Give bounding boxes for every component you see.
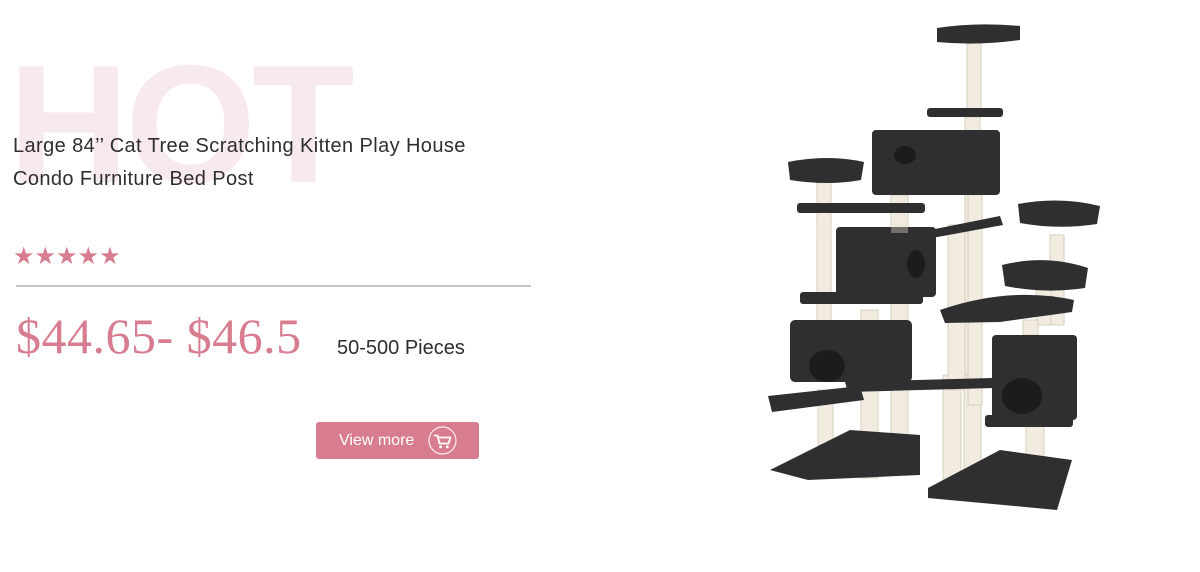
product-title-line-2: Condo Furniture Bed Post <box>13 168 254 190</box>
rating-stars: ★★★★★ <box>13 243 121 270</box>
product-title: Large 84’’ Cat Tree Scratching Kitten Pl… <box>13 130 533 196</box>
view-more-button[interactable]: View more <box>316 422 479 459</box>
shopping-cart-icon <box>428 426 457 455</box>
product-title-line-1: Large 84’’ Cat Tree Scratching Kitten Pl… <box>13 135 466 157</box>
quantity-range: 50-500 Pieces <box>337 337 465 359</box>
divider <box>16 285 531 287</box>
view-more-label: View more <box>339 432 415 449</box>
price-range: $44.65- $46.5 <box>16 308 302 364</box>
cat-tree-product-image <box>768 24 1100 510</box>
